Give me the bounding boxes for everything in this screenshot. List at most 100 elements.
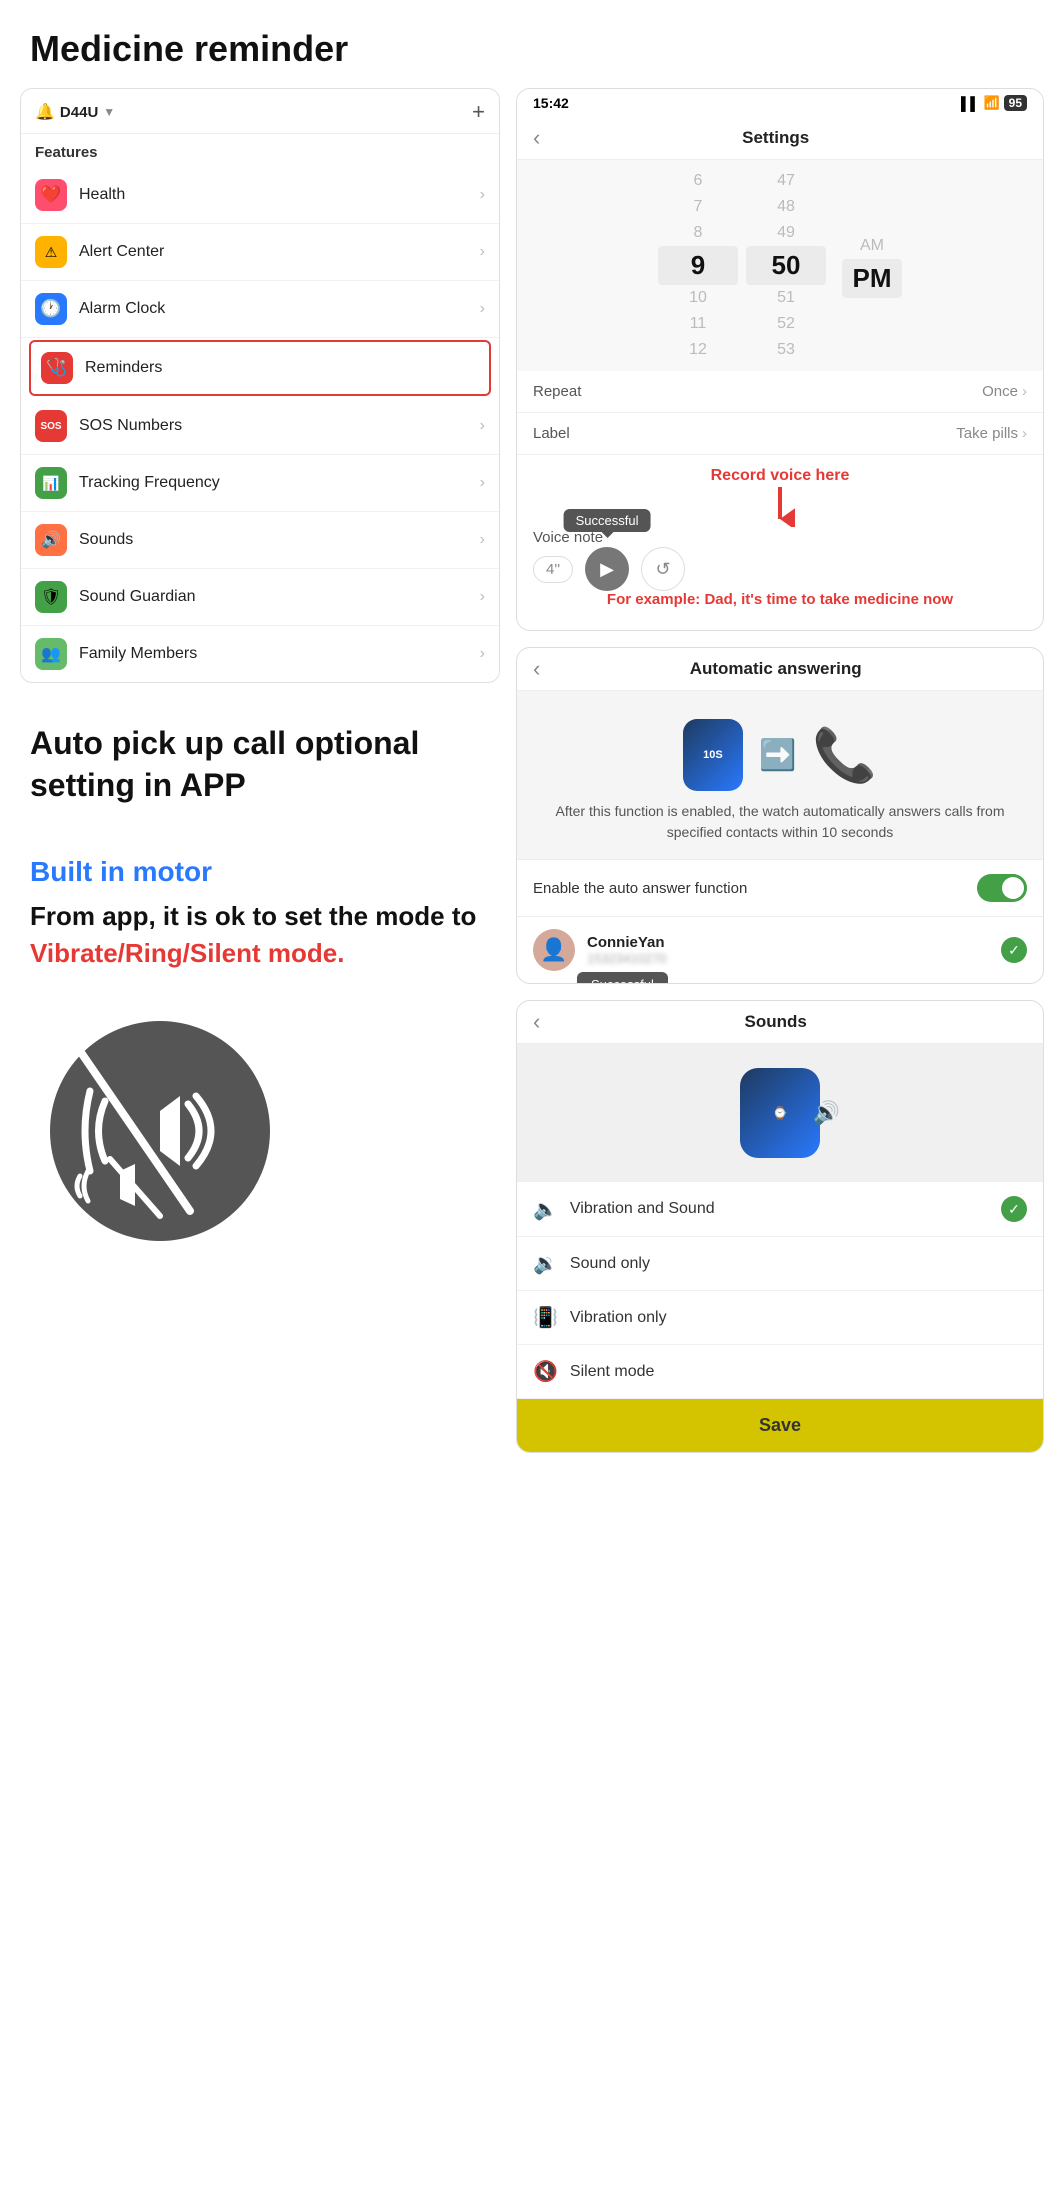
sound-option-vibration-sound[interactable]: 🔈 Vibration and Sound ✓ — [517, 1182, 1043, 1237]
am-option[interactable]: AM — [842, 233, 902, 259]
arrow-emoji: ➡️ — [759, 738, 796, 773]
time-picker[interactable]: 6 7 8 9 10 11 12 47 48 49 50 51 52 53 — [517, 160, 1043, 371]
sounds-navbar: ‹ Sounds — [517, 1001, 1043, 1044]
sound-only-icon: 🔉 — [533, 1251, 558, 1276]
settings-title: Settings — [552, 128, 999, 148]
vibration-only-icon: 📳 — [533, 1305, 558, 1330]
contact-successful-tooltip: Successful — [577, 972, 668, 984]
silent-label: Silent mode — [570, 1363, 1027, 1381]
sidebar-item-family[interactable]: 👥 Family Members › — [21, 626, 499, 682]
soundguardian-icon: 🛡 — [35, 581, 67, 613]
watch-call-row: 10S ➡️ 📞 — [683, 719, 877, 791]
voice-play-container: Successful ▶ — [585, 547, 629, 591]
back-button[interactable]: ‹ — [533, 125, 540, 151]
sidebar-item-tracking[interactable]: 📊 Tracking Frequency › — [21, 455, 499, 512]
sidebar-label-sounds: Sounds — [79, 531, 480, 549]
tracking-icon: 📊 — [35, 467, 67, 499]
battery-badge: 95 — [1004, 95, 1027, 111]
repeat-chevron: › — [1022, 383, 1027, 400]
vibration-sound-check: ✓ — [1001, 1196, 1027, 1222]
hour-column[interactable]: 6 7 8 9 10 11 12 — [658, 168, 738, 363]
sound-waves-icon: 🔊 — [813, 1100, 840, 1126]
motor-desc: From app, it is ok to set the mode to Vi… — [30, 898, 490, 971]
sound-only-label: Sound only — [570, 1255, 1027, 1273]
contact-info: ConnieYan 15323410270 — [587, 934, 1001, 966]
auto-pickup-title: Auto pick up call optional setting in AP… — [30, 723, 490, 806]
sidebar-label-alarm: Alarm Clock — [79, 300, 480, 318]
motor-section: Built in motor From app, it is ok to set… — [10, 826, 510, 991]
motor-highlight: Vibrate/Ring/Silent mode. — [30, 938, 344, 968]
voice-duration: 4'' — [533, 556, 573, 583]
contact-phone: 15323410270 — [587, 951, 1001, 966]
auto-pickup-section: Auto pick up call optional setting in AP… — [10, 683, 510, 826]
sounds-icon: 🔊 — [35, 524, 67, 556]
auto-answer-toggle[interactable] — [977, 874, 1027, 902]
features-label: Features — [21, 134, 499, 167]
minute-column[interactable]: 47 48 49 50 51 52 53 — [746, 168, 826, 363]
save-button[interactable]: Save — [517, 1399, 1043, 1452]
voice-note-section: Record voice here Voice note 4'' — [517, 455, 1043, 630]
toggle-label: Enable the auto answer function — [533, 880, 747, 897]
pm-option-selected[interactable]: PM — [842, 259, 902, 298]
sos-icon: SOS — [35, 410, 67, 442]
contact-check-icon: ✓ — [1001, 937, 1027, 963]
redo-icon: ↺ — [656, 559, 671, 580]
ampm-column[interactable]: AM PM — [842, 233, 902, 298]
voice-redo-button[interactable]: ↺ — [641, 547, 685, 591]
repeat-row[interactable]: Repeat Once › — [517, 371, 1043, 413]
sidebar-item-health[interactable]: ❤️ Health › — [21, 167, 499, 224]
auto-answer-illustration: 10S ➡️ 📞 After this function is enabled,… — [517, 691, 1043, 859]
watch-screen-text: 10S — [703, 749, 723, 761]
watch-sound-container: ⌚ 🔊 — [740, 1068, 820, 1158]
sidebar: 🔔 D44U ▼ + Features ❤️ Health › ⚠ Alert … — [20, 88, 500, 683]
page-title: Medicine reminder — [0, 0, 1060, 88]
hour-8: 8 — [658, 220, 738, 246]
sounds-back-button[interactable]: ‹ — [533, 1009, 540, 1035]
sounds-phone-frame: ‹ Sounds ⌚ 🔊 🔈 Vibration and Sound ✓ 🔉 — [516, 1000, 1044, 1453]
sidebar-item-soundguardian[interactable]: 🛡 Sound Guardian › — [21, 569, 499, 626]
hour-9-selected[interactable]: 9 — [658, 246, 738, 285]
label-value: Take pills › — [956, 425, 1027, 442]
sidebar-item-alert[interactable]: ⚠ Alert Center › — [21, 224, 499, 281]
sound-option-sound-only[interactable]: 🔉 Sound only — [517, 1237, 1043, 1291]
hour-7: 7 — [658, 194, 738, 220]
status-bar: 15:42 ▌▌ 📶 95 — [517, 89, 1043, 117]
sound-option-vibration-only[interactable]: 📳 Vibration only — [517, 1291, 1043, 1345]
chevron-icon: › — [480, 474, 485, 492]
motor-title: Built in motor — [30, 856, 490, 888]
chevron-icon: › — [480, 645, 485, 663]
toggle-knob — [1002, 877, 1024, 899]
label-row[interactable]: Label Take pills › — [517, 413, 1043, 455]
auto-answer-title: Automatic answering — [552, 659, 999, 679]
sidebar-label-reminders: Reminders — [85, 359, 479, 377]
auto-answer-back-button[interactable]: ‹ — [533, 656, 540, 682]
phone-call-icon: 📞 — [812, 725, 877, 786]
signal-icon: ▌▌ — [961, 96, 979, 111]
vibrate-icon-circle — [50, 1021, 270, 1241]
sidebar-label-tracking: Tracking Frequency — [79, 474, 480, 492]
sidebar-label-soundguardian: Sound Guardian — [79, 588, 480, 606]
auto-answer-phone-frame: ‹ Automatic answering 10S ➡️ 📞 Afte — [516, 647, 1044, 984]
hour-12: 12 — [658, 337, 738, 363]
voice-play-button[interactable]: ▶ — [585, 547, 629, 591]
sound-option-silent[interactable]: 🔇 Silent mode — [517, 1345, 1043, 1399]
watch-sound-icon: ⌚ — [740, 1068, 820, 1158]
min-47: 47 — [746, 168, 826, 194]
min-50-selected[interactable]: 50 — [746, 246, 826, 285]
auto-answer-navbar: ‹ Automatic answering — [517, 648, 1043, 691]
auto-answer-toggle-row: Enable the auto answer function — [517, 859, 1043, 916]
sidebar-item-sounds[interactable]: 🔊 Sounds › — [21, 512, 499, 569]
sidebar-item-sos[interactable]: SOS SOS Numbers › — [21, 398, 499, 455]
add-button[interactable]: + — [472, 99, 485, 125]
sidebar-item-reminders[interactable]: 🩺 Reminders — [29, 340, 491, 396]
watch-container: 10S — [683, 719, 743, 791]
play-icon: ▶ — [600, 559, 614, 580]
status-time: 15:42 — [533, 95, 569, 111]
repeat-label: Repeat — [533, 383, 581, 400]
voice-controls: 4'' Successful ▶ ↺ — [533, 547, 1027, 591]
sidebar-label-sos: SOS Numbers — [79, 417, 480, 435]
example-annotation: For example: Dad, it's time to take medi… — [533, 591, 1027, 616]
chevron-icon: › — [480, 588, 485, 606]
sidebar-item-alarm[interactable]: 🕐 Alarm Clock › — [21, 281, 499, 338]
device-name: 🔔 D44U ▼ — [35, 102, 115, 122]
